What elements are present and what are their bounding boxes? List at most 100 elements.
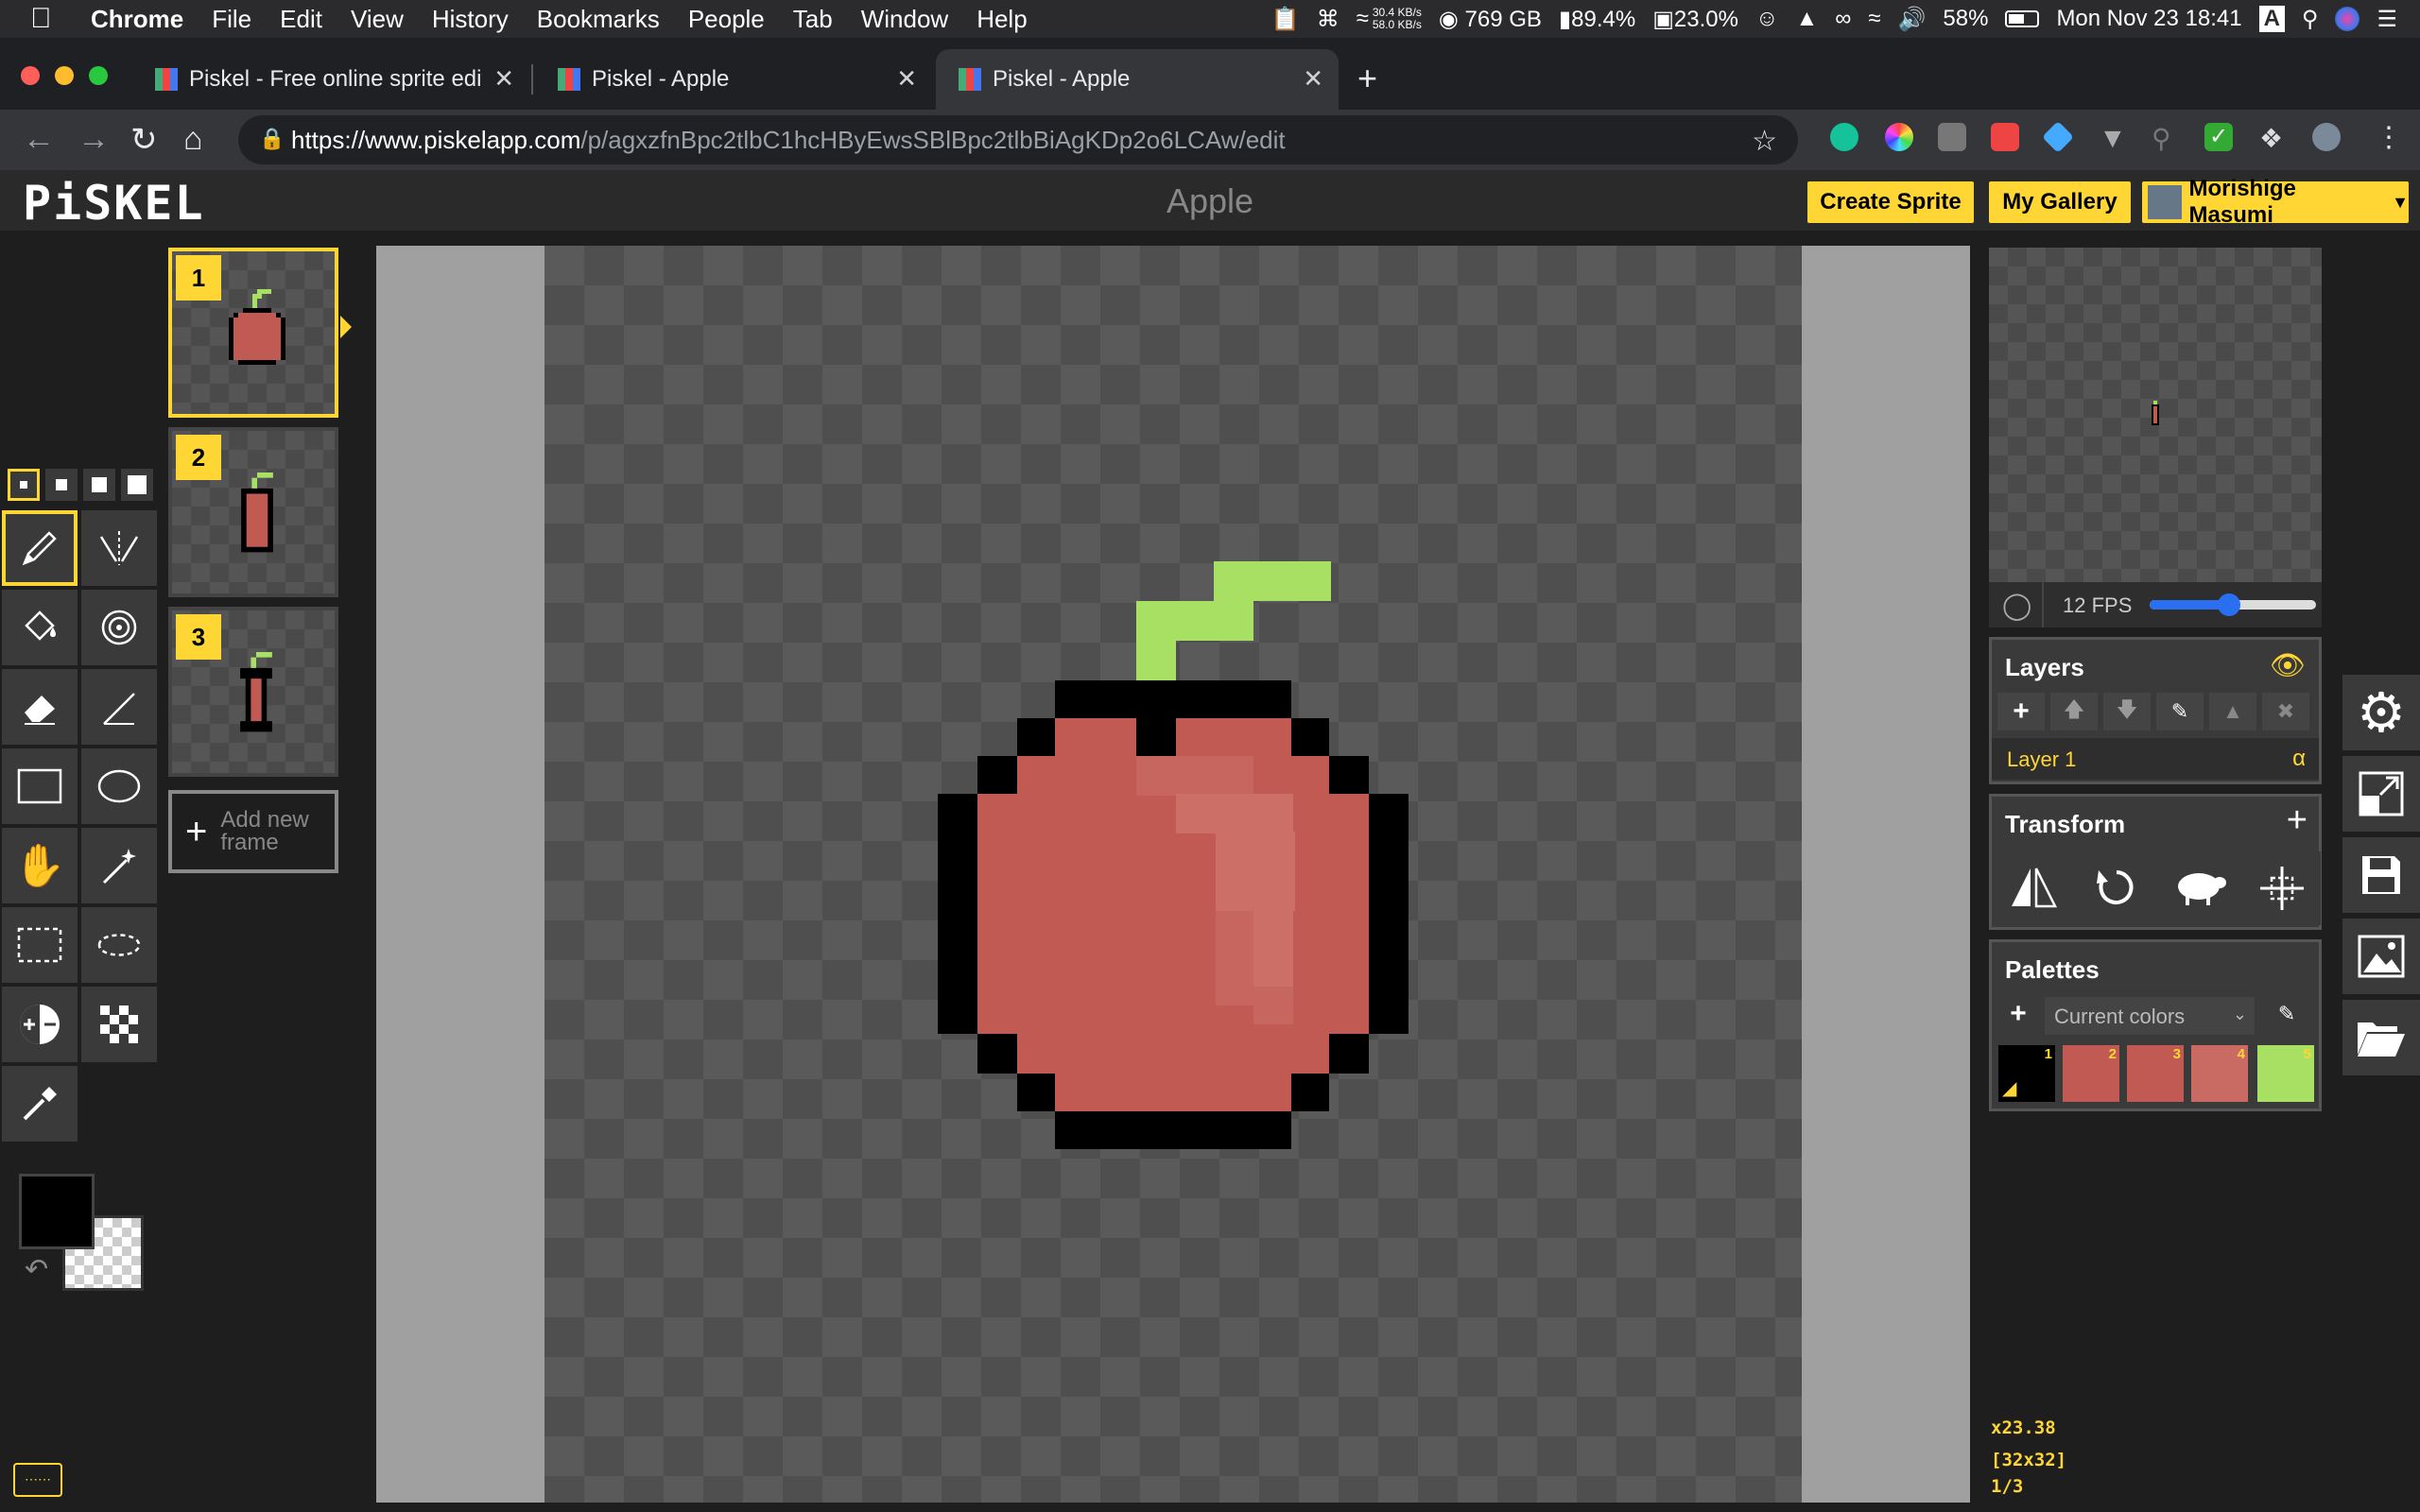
lasso-selection-tool[interactable]: [81, 907, 157, 983]
battery-icon[interactable]: [2005, 10, 2040, 27]
input-source-icon[interactable]: A: [2258, 6, 2285, 32]
vertical-mirror-pen-tool[interactable]: [81, 510, 157, 586]
tab-piskel-apple-1[interactable]: Piskel - Apple ✕: [535, 49, 932, 110]
primary-color-front[interactable]: [19, 1174, 95, 1249]
menu-window[interactable]: Window: [861, 5, 948, 34]
frame-thumbnail-2[interactable]: 2: [168, 427, 338, 597]
move-tool[interactable]: ✋: [2, 828, 78, 903]
resize-button[interactable]: [2342, 756, 2420, 832]
color-picker-tool[interactable]: [2, 1066, 78, 1142]
menu-bookmarks[interactable]: Bookmarks: [537, 5, 660, 34]
import-button[interactable]: [2342, 1000, 2420, 1075]
save-button[interactable]: [2342, 837, 2420, 913]
disk-indicator[interactable]: ◉ 769 GB: [1439, 6, 1542, 33]
close-tab-icon[interactable]: ✕: [1303, 64, 1323, 94]
close-tab-icon[interactable]: ✕: [896, 64, 917, 94]
grammarly-extension-icon[interactable]: [1830, 123, 1858, 151]
menu-file[interactable]: File: [212, 5, 251, 34]
address-bar[interactable]: 🔒 https://www.piskelapp.com/p/agxzfnBpc2…: [238, 115, 1798, 164]
palette-swatch-2[interactable]: 2: [2063, 1045, 2119, 1102]
delete-layer-button[interactable]: ✖: [2262, 693, 2309, 730]
my-gallery-button[interactable]: My Gallery: [1989, 181, 2131, 223]
drive-icon[interactable]: ▲: [1795, 6, 1818, 32]
eye-icon[interactable]: 👁: [2270, 649, 2306, 682]
stroke-tool[interactable]: [81, 669, 157, 745]
menu-chrome[interactable]: Chrome: [91, 5, 183, 34]
menu-people[interactable]: People: [688, 5, 765, 34]
center-button[interactable]: [2243, 851, 2321, 925]
maximize-window-button[interactable]: [89, 66, 108, 85]
volume-icon[interactable]: 🔊: [1898, 6, 1927, 33]
command-icon[interactable]: ⌘: [1317, 6, 1340, 33]
wifi-icon[interactable]: ≈: [1868, 6, 1880, 32]
back-icon[interactable]: ←: [23, 121, 55, 158]
pdf-extension-icon[interactable]: [1991, 123, 2019, 151]
add-layer-button[interactable]: +: [1997, 693, 2045, 730]
tab-piskel-apple-active[interactable]: Piskel - Apple ✕: [936, 49, 1339, 110]
menu-tab[interactable]: Tab: [793, 5, 833, 34]
clock[interactable]: Mon Nov 23 18:41: [2056, 6, 2241, 32]
frame-thumbnail-3[interactable]: 3: [168, 607, 338, 777]
lighten-tool[interactable]: [2, 987, 78, 1062]
paint-bucket-tool[interactable]: [2, 590, 78, 665]
pen-size-3[interactable]: [83, 469, 115, 501]
pen-size-2[interactable]: [45, 469, 78, 501]
palette-swatch-3[interactable]: 3: [2127, 1045, 2184, 1102]
rename-layer-button[interactable]: ✎: [2156, 693, 2204, 730]
fps-slider[interactable]: [2150, 593, 2316, 616]
palette-swatch-4[interactable]: 4: [2191, 1045, 2248, 1102]
v-extension-icon[interactable]: ▼: [2099, 123, 2127, 154]
close-window-button[interactable]: [21, 66, 40, 85]
menu-edit[interactable]: Edit: [280, 5, 322, 34]
bookmark-star-icon[interactable]: ☆: [1752, 125, 1777, 158]
theater-icon[interactable]: ☺: [1755, 6, 1779, 32]
close-tab-icon[interactable]: ✕: [493, 64, 514, 94]
user-menu-button[interactable]: Morishige Masumi ▼: [2142, 176, 2409, 228]
home-icon[interactable]: ⌂: [183, 121, 203, 158]
spotlight-search-icon[interactable]: ⚲: [2302, 6, 2319, 33]
layer-alpha-icon[interactable]: α: [2292, 746, 2306, 772]
onion-skin-icon[interactable]: ◯: [2002, 590, 2031, 621]
clipboard-icon[interactable]: 📋: [1271, 6, 1300, 33]
notification-center-icon[interactable]: ☰: [2377, 6, 2397, 33]
create-sprite-button[interactable]: Create Sprite: [1807, 181, 1974, 223]
glasses-icon[interactable]: ∞: [1835, 6, 1851, 32]
menu-history[interactable]: History: [432, 5, 509, 34]
export-button[interactable]: [2342, 919, 2420, 994]
apple-menu-icon[interactable]: : [30, 3, 59, 35]
menu-view[interactable]: View: [351, 5, 404, 34]
clone-button[interactable]: [2160, 851, 2239, 925]
printer-extension-icon[interactable]: [1938, 123, 1966, 151]
circle-tool[interactable]: [81, 748, 157, 824]
rectangle-selection-tool[interactable]: [2, 907, 78, 983]
reload-icon[interactable]: ↻: [130, 121, 158, 159]
layer-row-1[interactable]: Layer 1 α: [1992, 738, 2319, 780]
minimize-window-button[interactable]: [55, 66, 74, 85]
keyboard-shortcuts-icon[interactable]: ⋯⋯: [13, 1463, 62, 1497]
fps-slider-thumb[interactable]: [2218, 593, 2241, 616]
rotate-button[interactable]: [2077, 851, 2156, 925]
check-extension-icon[interactable]: ✓: [2204, 123, 2233, 151]
shape-selection-tool[interactable]: [81, 828, 157, 903]
forward-icon[interactable]: →: [78, 121, 110, 158]
add-new-frame-button[interactable]: + Add new frame: [168, 790, 338, 873]
pen-tool[interactable]: [2, 510, 78, 586]
add-palette-button[interactable]: +: [1997, 995, 2039, 1033]
new-tab-icon[interactable]: +: [1357, 59, 1377, 98]
menu-help[interactable]: Help: [977, 5, 1027, 34]
dithering-tool[interactable]: [81, 987, 157, 1062]
edit-palette-button[interactable]: ✎: [2266, 995, 2308, 1033]
siri-icon[interactable]: [2335, 7, 2360, 31]
battery-percent[interactable]: 58%: [1943, 6, 1988, 32]
tab-piskel-free[interactable]: Piskel - Free online sprite edito ✕: [132, 49, 529, 110]
network-monitor[interactable]: ≈ 30.4 KB/s 58.0 KB/s: [1357, 6, 1422, 32]
move-layer-down-button[interactable]: 🡇: [2103, 693, 2151, 730]
paint-same-color-tool[interactable]: [81, 590, 157, 665]
cpu-indicator[interactable]: ▮89.4%: [1559, 6, 1635, 33]
merge-layer-button[interactable]: ▲: [2209, 693, 2256, 730]
palette-swatch-1[interactable]: 1 ◢: [1998, 1045, 2055, 1102]
pen-size-4[interactable]: [121, 469, 153, 501]
plus-icon[interactable]: +: [2287, 800, 2308, 841]
move-layer-up-button[interactable]: 🡅: [2050, 693, 2098, 730]
eraser-tool[interactable]: [2, 669, 78, 745]
